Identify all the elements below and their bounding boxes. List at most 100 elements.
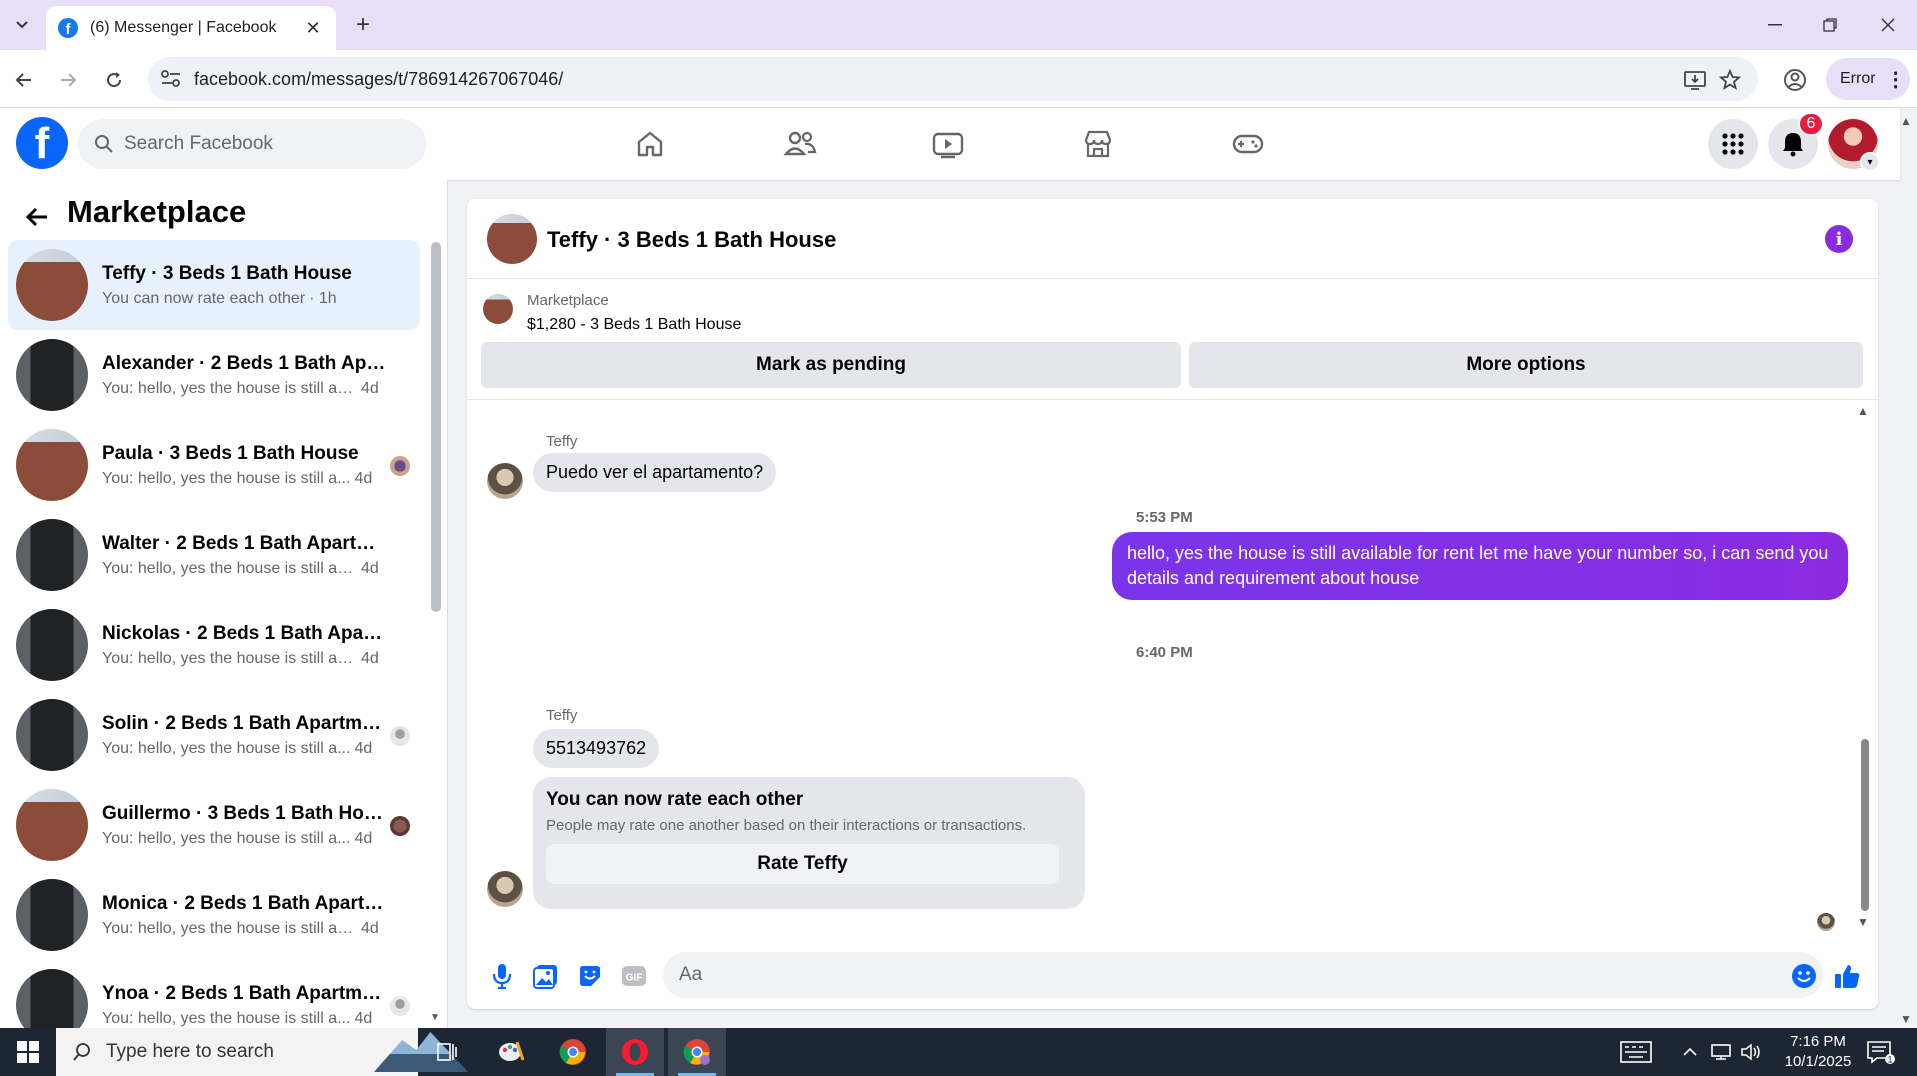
conversation-avatar bbox=[16, 699, 88, 771]
conversation-item[interactable]: Ynoa · 2 Beds 1 Bath Apartme... You: hell… bbox=[8, 960, 420, 1028]
chat-title[interactable]: Teffy · 3 Beds 1 Bath House bbox=[547, 227, 836, 253]
listing-card: Marketplace $1,280 - 3 Beds 1 Bath House… bbox=[467, 280, 1878, 400]
conversation-item[interactable]: Guillermo · 3 Beds 1 Bath House You: hell… bbox=[8, 780, 420, 870]
mark-as-pending-button[interactable]: Mark as pending bbox=[481, 342, 1181, 388]
nav-friends[interactable] bbox=[780, 124, 820, 164]
conversation-item[interactable]: Teffy · 3 Beds 1 Bath House You can now r… bbox=[8, 240, 420, 330]
conversation-avatar bbox=[16, 429, 88, 501]
nav-video[interactable] bbox=[928, 124, 968, 164]
preview-time: · 1h bbox=[309, 289, 337, 307]
profile-icon[interactable] bbox=[1780, 65, 1810, 95]
site-settings-icon[interactable] bbox=[160, 69, 182, 89]
like-button[interactable] bbox=[1832, 961, 1862, 991]
chat-scrollbar[interactable] bbox=[1861, 739, 1869, 911]
conversation-avatar bbox=[16, 969, 88, 1028]
facebook-search-input[interactable] bbox=[124, 133, 404, 155]
sidebar-scrollbar[interactable] bbox=[431, 242, 441, 612]
tray-network[interactable] bbox=[1710, 1028, 1732, 1076]
gif-button[interactable]: GIF bbox=[619, 961, 649, 991]
facebook-favicon-icon: f bbox=[58, 18, 78, 38]
menu-button[interactable] bbox=[1708, 119, 1758, 169]
preview-time: 4d bbox=[361, 919, 379, 937]
task-view-button[interactable] bbox=[418, 1028, 476, 1076]
conversation-name: Alexander · 2 Beds 1 Bath Apart... bbox=[102, 352, 387, 374]
back-button[interactable] bbox=[8, 64, 40, 96]
sidebar-scroll-down-arrow[interactable]: ▼ bbox=[430, 1012, 440, 1023]
rate-teffy-button[interactable]: Rate Teffy bbox=[546, 844, 1059, 884]
clock-time: 7:16 PM bbox=[1790, 1033, 1846, 1050]
preview-time: 4d bbox=[354, 829, 373, 847]
svg-text:GIF: GIF bbox=[626, 973, 643, 984]
taskbar-search-input[interactable] bbox=[106, 1041, 306, 1063]
page-scroll-down-arrow[interactable]: ▼ bbox=[1900, 1012, 1912, 1026]
nav-gaming[interactable] bbox=[1228, 124, 1268, 164]
conversation-item[interactable]: Nickolas · 2 Beds 1 Bath Apartm... You: h… bbox=[8, 600, 420, 690]
reload-button[interactable] bbox=[98, 64, 130, 96]
install-app-icon[interactable] bbox=[1683, 68, 1707, 92]
chevron-up-icon bbox=[1683, 1047, 1697, 1056]
message-input[interactable] bbox=[663, 952, 1823, 998]
facebook-search[interactable] bbox=[78, 119, 426, 169]
nav-marketplace[interactable] bbox=[1078, 124, 1118, 164]
conversation-item[interactable]: Paula · 3 Beds 1 Bath House You: hello, y… bbox=[8, 420, 420, 510]
browser-tab[interactable]: f (6) Messenger | Facebook ✕ bbox=[46, 6, 336, 50]
start-button[interactable] bbox=[0, 1028, 56, 1076]
conversation-avatar bbox=[16, 249, 88, 321]
sticker-button[interactable] bbox=[575, 961, 605, 991]
bookmark-star-icon[interactable] bbox=[1718, 68, 1742, 92]
taskbar-clock[interactable]: 7:16 PM 10/1/2025 bbox=[1768, 1032, 1868, 1072]
account-chevron-icon[interactable]: ▾ bbox=[1860, 152, 1880, 172]
listing-price[interactable]: $1,280 - 3 Beds 1 Bath House bbox=[527, 316, 741, 334]
conversation-item[interactable]: Walter · 2 Beds 1 Bath Apartmen... You: h… bbox=[8, 510, 420, 600]
preview-text: You: hello, yes the house is still a... bbox=[102, 739, 351, 757]
facebook-logo-icon[interactable]: f bbox=[16, 117, 68, 169]
preview-text: You: hello, yes the house is still a... bbox=[102, 1009, 351, 1027]
info-icon[interactable]: i bbox=[1825, 225, 1853, 253]
conversation-preview: You: hello, yes the house is still avai.… bbox=[102, 560, 387, 578]
restore-window-button[interactable] bbox=[1810, 10, 1850, 40]
emoji-button[interactable] bbox=[1789, 961, 1819, 991]
close-window-button[interactable] bbox=[1868, 10, 1908, 40]
message-thread: Teffy Puedo ver el apartamento? 5:53 PM … bbox=[467, 401, 1878, 941]
tray-volume[interactable] bbox=[1740, 1028, 1762, 1076]
action-center-button[interactable]: 1 bbox=[1866, 1028, 1896, 1076]
tab-title: (6) Messenger | Facebook bbox=[90, 19, 277, 36]
opera-app-button[interactable] bbox=[606, 1028, 664, 1076]
new-tab-button[interactable]: + bbox=[348, 10, 378, 40]
conversation-item[interactable]: Monica · 2 Beds 1 Bath Apartme... You: he… bbox=[8, 870, 420, 960]
conversation-item[interactable]: Alexander · 2 Beds 1 Bath Apart... You: h… bbox=[8, 330, 420, 420]
forward-button[interactable] bbox=[52, 64, 84, 96]
notification-count-badge: 6 bbox=[1798, 112, 1824, 136]
read-receipt-avatar bbox=[1817, 913, 1835, 931]
profile-error-button[interactable]: Error ⋮ bbox=[1826, 58, 1910, 100]
sender-name: Teffy bbox=[546, 707, 578, 724]
chat-scroll-down-arrow[interactable]: ▼ bbox=[1857, 915, 1869, 929]
page-scroll-up-arrow[interactable]: ▲ bbox=[1900, 114, 1912, 128]
chat-header: Teffy · 3 Beds 1 Bath House i bbox=[467, 199, 1878, 279]
close-tab-icon[interactable]: ✕ bbox=[302, 18, 324, 39]
sender-avatar[interactable] bbox=[487, 463, 523, 499]
nav-home[interactable] bbox=[630, 124, 670, 164]
voice-clip-button[interactable] bbox=[487, 961, 517, 991]
paint-app-button[interactable] bbox=[482, 1028, 540, 1076]
sender-avatar[interactable] bbox=[487, 871, 523, 907]
tray-keyboard[interactable] bbox=[1620, 1028, 1652, 1076]
chrome-profile-app-button[interactable] bbox=[668, 1028, 726, 1076]
conversation-avatar bbox=[16, 339, 88, 411]
listing-thumbnail[interactable] bbox=[483, 294, 513, 324]
more-options-button[interactable]: More options bbox=[1189, 342, 1863, 388]
back-arrow-button[interactable] bbox=[22, 202, 52, 232]
attach-photo-button[interactable] bbox=[531, 961, 561, 991]
taskbar-search[interactable] bbox=[56, 1028, 468, 1076]
chat-scroll-up-arrow[interactable]: ▲ bbox=[1857, 404, 1869, 418]
chrome-icon bbox=[683, 1039, 710, 1065]
conversation-name: Monica · 2 Beds 1 Bath Apartme... bbox=[102, 892, 387, 914]
conversation-item[interactable]: Solin · 2 Beds 1 Bath Apartme... You: hel… bbox=[8, 690, 420, 780]
tab-search-button[interactable] bbox=[6, 10, 38, 40]
more-menu-icon[interactable]: ⋮ bbox=[1886, 67, 1906, 92]
chrome-app-button[interactable] bbox=[544, 1028, 602, 1076]
address-bar[interactable]: facebook.com/messages/t/786914267067046/ bbox=[148, 57, 1758, 101]
tray-overflow[interactable] bbox=[1682, 1028, 1698, 1076]
minimize-window-button[interactable] bbox=[1755, 10, 1795, 40]
chat-avatar[interactable] bbox=[487, 214, 537, 264]
